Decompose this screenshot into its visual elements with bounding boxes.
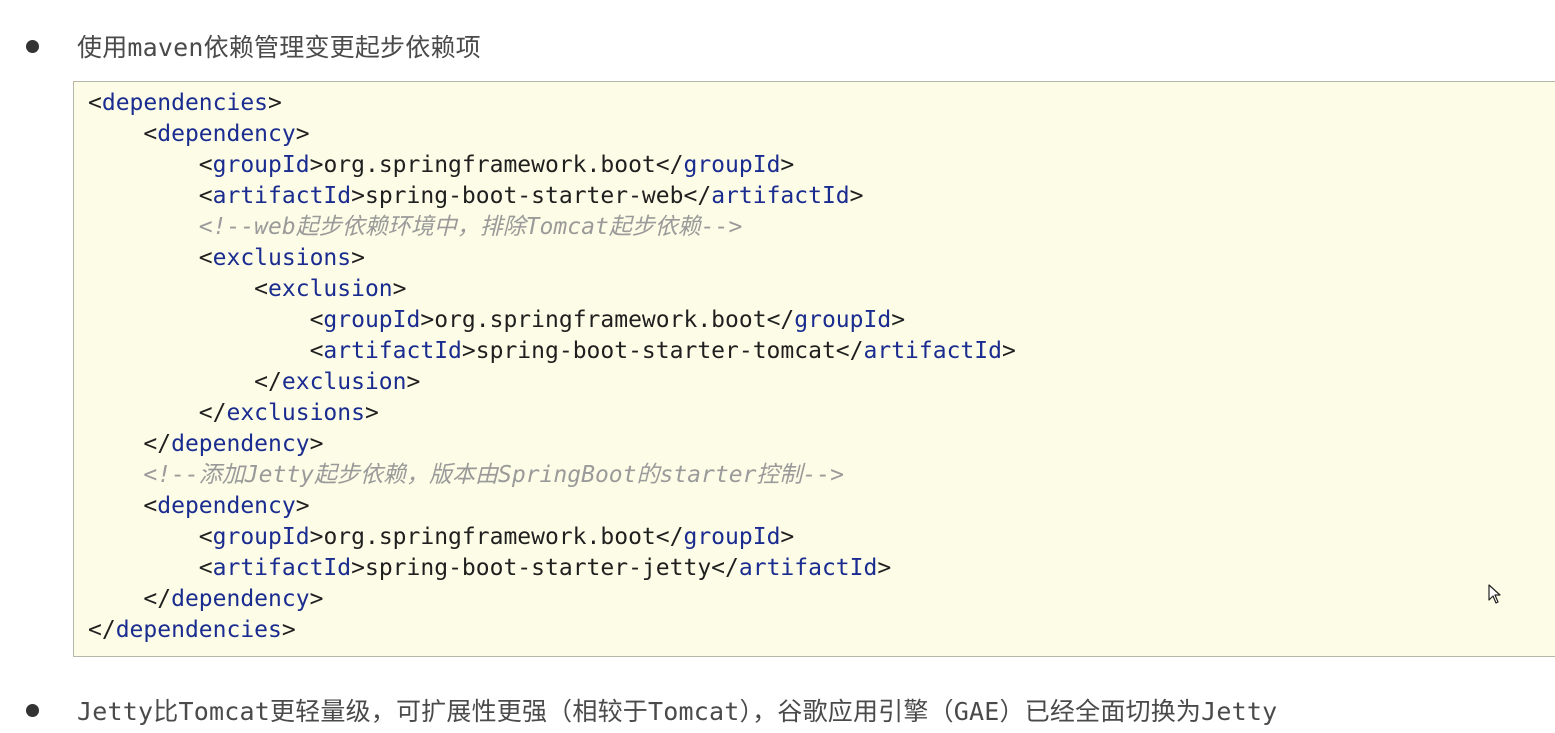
xml-tag: artifactId	[323, 338, 462, 364]
bullet-text-jetty: Jetty比Tomcat更轻量级，可扩展性更强（相较于Tomcat），谷歌应用引…	[77, 697, 1278, 726]
code-line: <groupId>org.springframework.boot</group…	[198, 524, 795, 550]
code-line: <exclusion>	[254, 276, 407, 302]
xml-tag: dependency	[157, 493, 296, 519]
code-line: <groupId>org.springframework.boot</group…	[309, 307, 906, 333]
code-line: <exclusions>	[198, 245, 365, 271]
xml-tag: dependencies	[101, 90, 269, 116]
xml-text: spring-boot-starter-tomcat	[475, 338, 836, 364]
code-line: <artifactId>spring-boot-starter-web</art…	[198, 183, 864, 209]
xml-tag: exclusion	[281, 369, 407, 395]
bullet-dot-icon	[26, 703, 39, 717]
mouse-pointer-icon	[1488, 584, 1501, 604]
code-line: <groupId>org.springframework.boot</group…	[198, 152, 795, 178]
xml-tag: dependency	[157, 121, 296, 147]
code-line: <!--添加Jetty起步依赖，版本由SpringBoot的starter控制-…	[88, 460, 1555, 491]
xml-comment: <!--添加Jetty起步依赖，版本由SpringBoot的starter控制-…	[143, 462, 844, 488]
xml-text: spring-boot-starter-web	[364, 183, 684, 209]
xml-tag: exclusion	[268, 276, 393, 302]
xml-tag: artifactId	[212, 555, 352, 581]
xml-tag: groupId	[683, 152, 781, 178]
xml-text: org.springframework.boot	[323, 524, 656, 550]
bullet-text-maven: 使用maven依赖管理变更起步依赖项	[77, 33, 481, 62]
xml-tag: dependency	[171, 586, 310, 612]
xml-comment: <!--web起步依赖环境中，排除Tomcat起步依赖-->	[198, 214, 743, 240]
code-line: </exclusion>	[254, 369, 421, 395]
bullet-dot-icon	[26, 39, 39, 53]
xml-tag: groupId	[212, 524, 310, 550]
code-line: <artifactId>spring-boot-starter-jetty</a…	[198, 555, 892, 581]
bullet-item-jetty: Jetty比Tomcat更轻量级，可扩展性更强（相较于Tomcat），谷歌应用引…	[26, 690, 1277, 730]
xml-tag: groupId	[212, 152, 310, 178]
xml-tag: groupId	[683, 524, 781, 550]
xml-tag: groupId	[323, 307, 421, 333]
code-line: </dependency>	[143, 431, 324, 457]
xml-tag: artifactId	[863, 338, 1002, 364]
code-line: </dependencies>	[88, 617, 296, 643]
xml-text: org.springframework.boot	[323, 152, 656, 178]
code-line: </exclusions>	[198, 400, 379, 426]
bullet-item-maven: 使用maven依赖管理变更起步依赖项	[26, 26, 481, 66]
xml-tag: exclusions	[226, 400, 365, 426]
xml-tag: artifactId	[711, 183, 850, 209]
xml-tag: artifactId	[212, 183, 352, 209]
xml-tag: artifactId	[738, 555, 878, 581]
xml-tag: dependencies	[115, 617, 282, 643]
xml-tag: groupId	[794, 307, 892, 333]
xml-text: spring-boot-starter-jetty	[364, 555, 712, 581]
xml-tag: exclusions	[212, 245, 352, 271]
code-line: <dependencies>	[88, 90, 282, 116]
code-block: <dependencies> <dependency> <groupId>org…	[73, 81, 1555, 657]
code-line: <dependency>	[143, 493, 310, 519]
code-line: <dependency>	[143, 121, 310, 147]
xml-tag: dependency	[171, 431, 310, 457]
code-line: <artifactId>spring-boot-starter-tomcat</…	[309, 338, 1016, 364]
code-line: <!--web起步依赖环境中，排除Tomcat起步依赖-->	[88, 212, 1555, 243]
xml-text: org.springframework.boot	[434, 307, 767, 333]
code-line: </dependency>	[143, 586, 324, 612]
